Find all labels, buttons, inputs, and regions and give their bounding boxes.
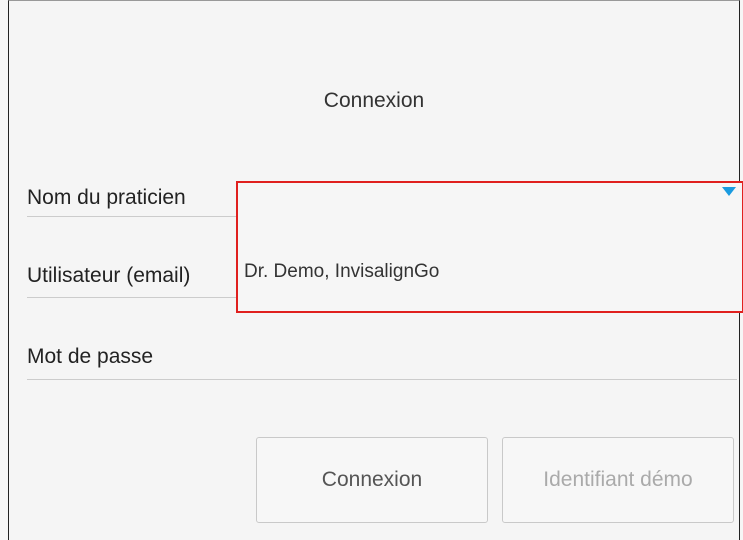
practitioner-name-label: Nom du praticien	[27, 186, 186, 209]
password-field-underline[interactable]	[27, 379, 737, 380]
login-panel: Connexion Nom du praticien Utilisateur (…	[8, 0, 743, 540]
user-email-label: Utilisateur (email)	[27, 264, 191, 287]
login-button[interactable]: Connexion	[256, 437, 488, 523]
dropdown-arrow-icon[interactable]	[722, 187, 736, 196]
password-label: Mot de passe	[27, 345, 154, 368]
demo-login-button[interactable]: Identifiant démo	[502, 437, 734, 523]
dropdown-option-dr-demo[interactable]: Dr. Demo, InvisalignGo	[244, 261, 439, 283]
page-title: Connexion	[323, 89, 425, 112]
practitioner-name-dropdown[interactable]: Dr. Demo, InvisalignGo	[236, 181, 743, 313]
